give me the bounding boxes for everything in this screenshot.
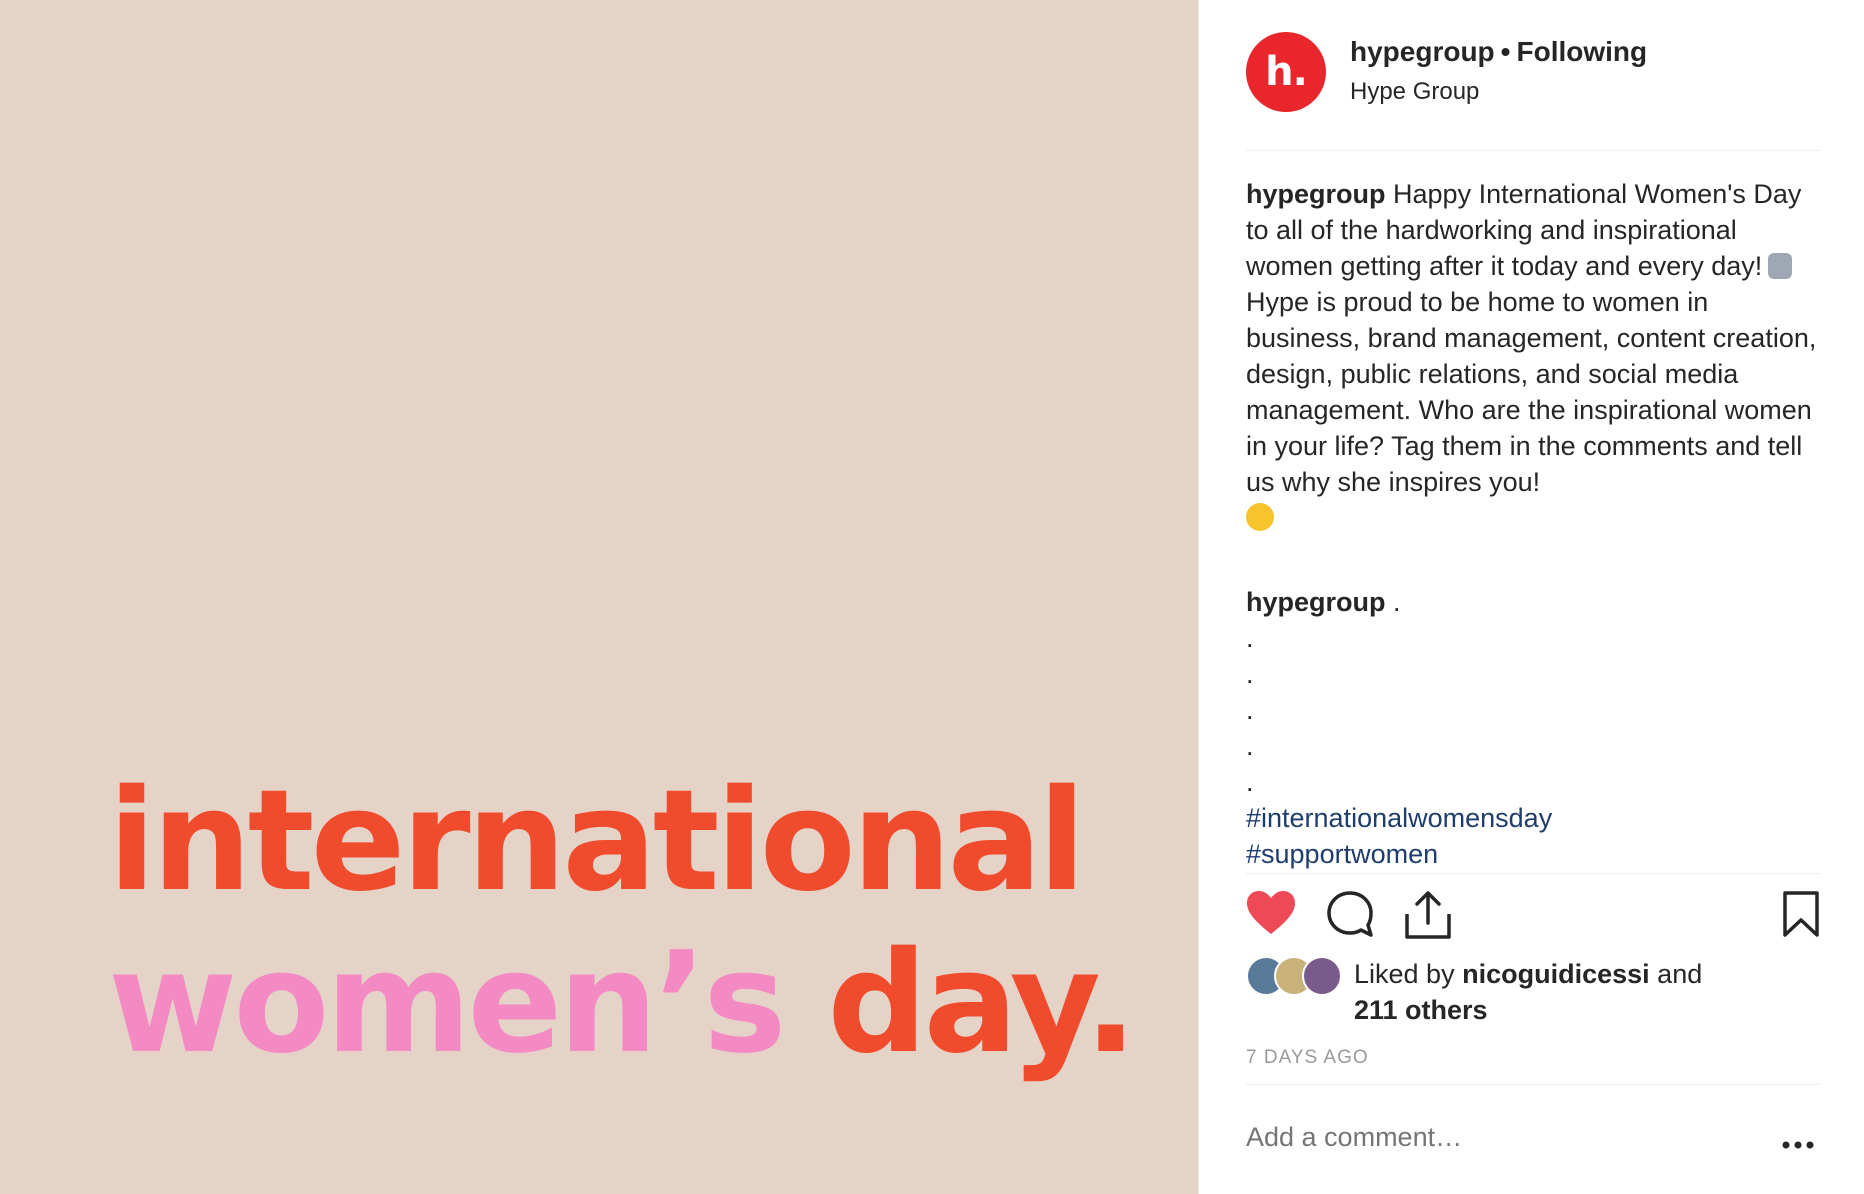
headline-line-international: international: [108, 760, 1086, 923]
header-divider: [1246, 150, 1820, 151]
header-user-line: hypegroup • Following: [1350, 36, 1647, 68]
comment-dot-lines: . . . . .: [1246, 620, 1820, 800]
post-sidebar: h. hypegroup • Following Hype Group hypegr…: [1246, 0, 1820, 1194]
comment-dot: .: [1246, 695, 1254, 725]
add-comment-input[interactable]: [1246, 1122, 1706, 1153]
hashtag-comment: hypegroup . . . . . . #internationalwome…: [1246, 584, 1820, 872]
action-bar: [1246, 890, 1820, 946]
comment-dot: .: [1246, 731, 1254, 761]
display-name: Hype Group: [1350, 78, 1480, 105]
caption-username-link[interactable]: hypegroup: [1246, 179, 1386, 209]
likes-others-link[interactable]: 211 others: [1354, 995, 1488, 1025]
more-options-icon[interactable]: [1782, 1140, 1814, 1150]
post-caption: hypegroup Happy International Women's Da…: [1246, 176, 1820, 536]
comment-dot: .: [1246, 623, 1254, 653]
caption-text-part2: Hype is proud to be home to women in bus…: [1246, 287, 1817, 497]
hugging-face-emoji-icon: [1246, 503, 1274, 531]
comment-dot: .: [1246, 659, 1254, 689]
likes-connector: and: [1657, 959, 1703, 989]
post-headline: international women’s day.: [108, 760, 1137, 1074]
comment-username-link[interactable]: hypegroup: [1246, 587, 1386, 617]
woman-technologist-emoji-icon: [1768, 253, 1793, 279]
share-icon[interactable]: [1404, 890, 1452, 940]
caption-divider: [1246, 873, 1820, 874]
avatar[interactable]: h.: [1246, 32, 1326, 112]
separator-dot: •: [1500, 36, 1511, 67]
likes-text: Liked by nicoguidicessi and 211 others: [1354, 956, 1702, 1028]
hashtag-link[interactable]: #supportwomen: [1246, 836, 1820, 872]
panel-divider: [1198, 0, 1199, 1194]
username-link[interactable]: hypegroup: [1350, 36, 1495, 67]
bookmark-icon[interactable]: [1782, 890, 1820, 938]
liker-avatar[interactable]: [1302, 956, 1342, 996]
comment-text: .: [1393, 587, 1401, 617]
timestamp-divider: [1246, 1084, 1820, 1085]
comment-dot: .: [1246, 767, 1254, 797]
heart-icon[interactable]: [1246, 890, 1296, 936]
following-button[interactable]: Following: [1516, 36, 1647, 67]
hashtag-link[interactable]: #internationalwomensday: [1246, 800, 1820, 836]
avatar-logo: h.: [1265, 49, 1308, 95]
liked-by-label: Liked by: [1354, 959, 1455, 989]
post-image[interactable]: international women’s day.: [0, 0, 1198, 1194]
post-header: h. hypegroup • Following Hype Group: [1246, 32, 1820, 114]
comment-icon[interactable]: [1326, 890, 1374, 938]
post-timestamp[interactable]: 7 DAYS AGO: [1246, 1047, 1369, 1069]
headline-word-womens: women’s: [108, 922, 787, 1085]
likes-section: Liked by nicoguidicessi and 211 others: [1246, 956, 1820, 1030]
headline-word-day: day.: [827, 922, 1137, 1085]
liker-username-link[interactable]: nicoguidicessi: [1462, 959, 1650, 989]
headline-line-womens-day: women’s day.: [108, 934, 1137, 1074]
